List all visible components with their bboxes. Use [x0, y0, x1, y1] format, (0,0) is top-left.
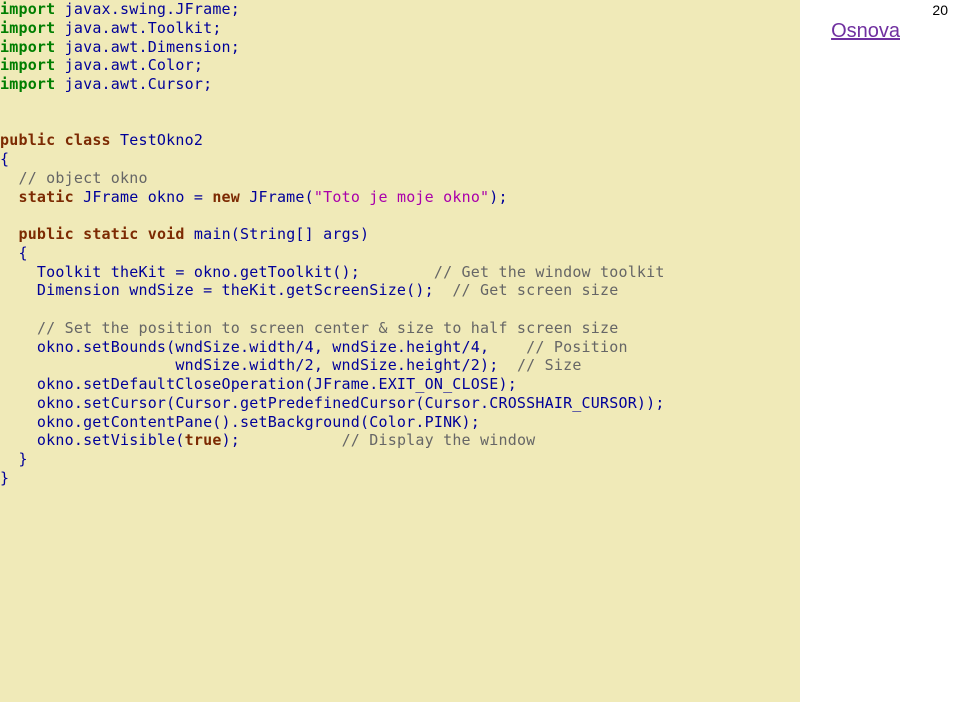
code-text: [0, 188, 18, 206]
code-text: okno.setDefaultCloseOperation(JFrame.EXI…: [0, 375, 517, 393]
code-text: [55, 131, 64, 149]
kw-public: public: [0, 131, 55, 149]
kw-static: static: [83, 225, 138, 243]
kw-import: import: [0, 38, 55, 56]
kw-public: public: [18, 225, 73, 243]
comment: // Display the window: [342, 431, 536, 449]
code-text: main(String[] args): [185, 225, 370, 243]
code-text: [0, 225, 18, 243]
code-text: {: [0, 150, 9, 168]
comment: // object okno: [18, 169, 147, 187]
code-text: [138, 225, 147, 243]
code-text: }: [0, 450, 28, 468]
comment: // Get screen size: [452, 281, 618, 299]
comment: // Set the position to screen center & s…: [37, 319, 619, 337]
string-literal: "Toto je moje okno": [314, 188, 489, 206]
code-text: java.awt.Color;: [55, 56, 203, 74]
comment: // Position: [526, 338, 628, 356]
kw-import: import: [0, 19, 55, 37]
kw-new: new: [212, 188, 240, 206]
code-text: }: [0, 469, 9, 487]
code-text: wndSize.width/2, wndSize.height/2);: [0, 356, 517, 374]
comment: // Get the window toolkit: [434, 263, 665, 281]
osnova-link[interactable]: Osnova: [831, 20, 900, 43]
kw-class: class: [65, 131, 111, 149]
code-text: );: [489, 188, 507, 206]
kw-true: true: [185, 431, 222, 449]
code-text: java.awt.Dimension;: [55, 38, 240, 56]
code-text: TestOkno2: [111, 131, 203, 149]
code-text: okno.setBounds(wndSize.width/4, wndSize.…: [0, 338, 526, 356]
code-text: );: [222, 431, 342, 449]
code-text: JFrame(: [240, 188, 314, 206]
kw-void: void: [148, 225, 185, 243]
page-number: 20: [932, 2, 948, 18]
code-text: JFrame okno =: [74, 188, 212, 206]
kw-import: import: [0, 56, 55, 74]
code-text: java.awt.Cursor;: [55, 75, 212, 93]
code-text: [0, 169, 18, 187]
code-text: okno.setCursor(Cursor.getPredefinedCurso…: [0, 394, 665, 412]
code-text: [0, 319, 37, 337]
kw-import: import: [0, 75, 55, 93]
code-text: {: [0, 244, 28, 262]
code-text: java.awt.Toolkit;: [55, 19, 221, 37]
code-text: okno.setVisible(: [0, 431, 185, 449]
code-text: okno.getContentPane().setBackground(Colo…: [0, 413, 480, 431]
kw-static: static: [18, 188, 73, 206]
code-panel: import javax.swing.JFrame; import java.a…: [0, 0, 800, 702]
comment: // Size: [517, 356, 582, 374]
code-text: Dimension wndSize = theKit.getScreenSize…: [0, 281, 452, 299]
code-text: [74, 225, 83, 243]
code-text: Toolkit theKit = okno.getToolkit();: [0, 263, 434, 281]
kw-import: import: [0, 0, 55, 18]
code-text: javax.swing.JFrame;: [55, 0, 240, 18]
